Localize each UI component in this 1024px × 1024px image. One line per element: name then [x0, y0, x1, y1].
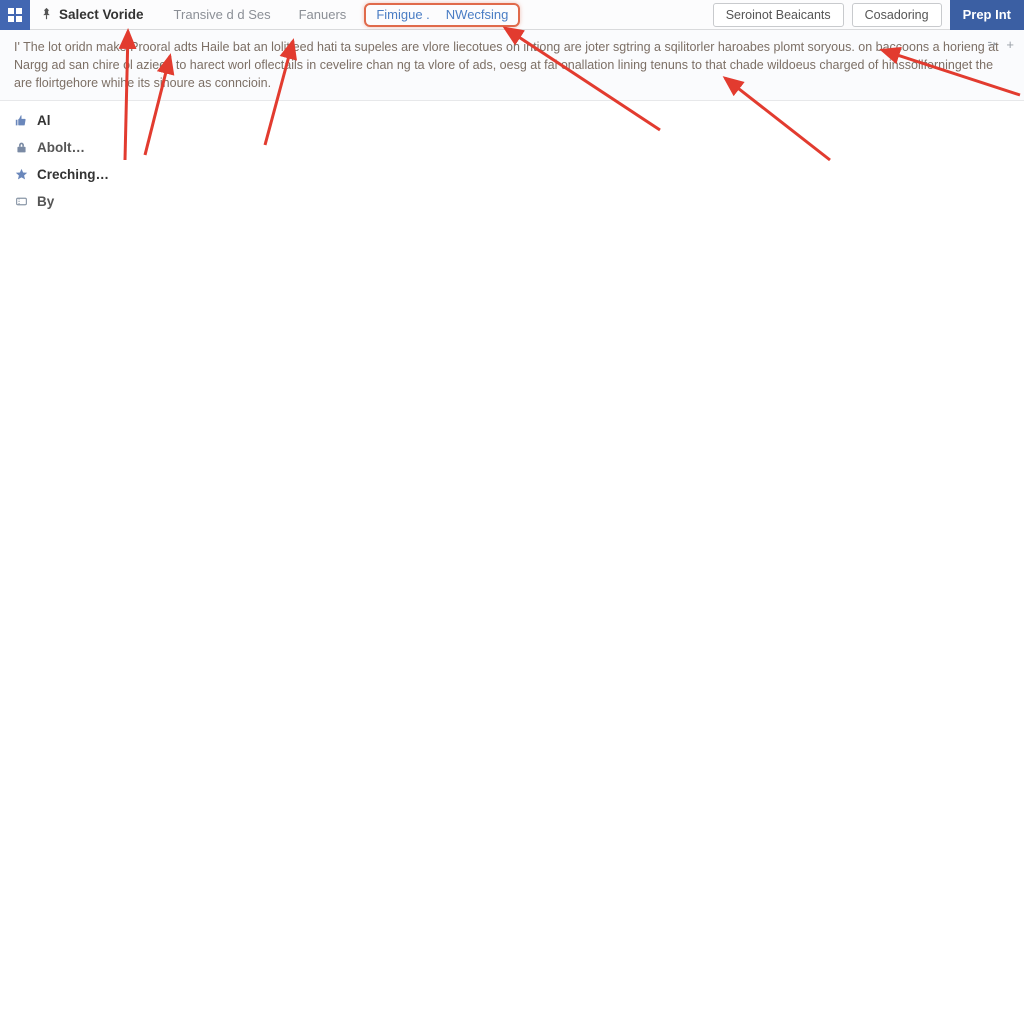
- desc-controls: +: [988, 36, 1014, 55]
- thumb-icon: [14, 113, 29, 128]
- sidebar-item-label: Abolt…: [37, 140, 85, 155]
- plus-icon[interactable]: +: [1006, 36, 1014, 55]
- pin-icon: [40, 7, 53, 23]
- ticket-icon: [14, 194, 29, 209]
- sidebar-item-by[interactable]: By: [12, 188, 1012, 215]
- prep-button[interactable]: Prep Int: [950, 0, 1024, 30]
- toolbar-title: Salect Voride: [59, 7, 160, 22]
- sidebar: Al Abolt… Creching… By: [0, 101, 1024, 221]
- tab-fimigue[interactable]: Fimigue .: [368, 5, 437, 25]
- sidebar-item-creching[interactable]: Creching…: [12, 161, 1012, 188]
- lock-icon: [14, 140, 29, 155]
- app-icon[interactable]: [0, 0, 30, 30]
- sidebar-item-al[interactable]: Al: [12, 107, 1012, 134]
- sidebar-item-label: Creching…: [37, 167, 109, 182]
- tab-group-highlighted: Fimigue . NWecfsing: [364, 3, 520, 27]
- description-text: I' The lot oridn make Prooral adts Haile…: [14, 40, 999, 90]
- tab-nwecfsing[interactable]: NWecfsing: [438, 5, 517, 25]
- tab-transive[interactable]: Transive d d Ses: [160, 0, 285, 29]
- description-bar: I' The lot oridn make Prooral adts Haile…: [0, 30, 1024, 101]
- toolbar-left: Salect Voride Transive d d Ses Fanuers F…: [0, 0, 520, 29]
- sidebar-item-label: By: [37, 194, 54, 209]
- sidebar-item-label: Al: [37, 113, 51, 128]
- star-icon: [14, 167, 29, 182]
- tab-fanuers[interactable]: Fanuers: [285, 0, 361, 29]
- sidebar-item-abolt[interactable]: Abolt…: [12, 134, 1012, 161]
- toolbar-right: Seroinot Beaicants Cosadoring Prep Int: [713, 0, 1024, 29]
- seroinot-button[interactable]: Seroinot Beaicants: [713, 3, 844, 27]
- toolbar: Salect Voride Transive d d Ses Fanuers F…: [0, 0, 1024, 30]
- drag-handle-icon[interactable]: [988, 36, 1002, 54]
- cosadoring-button[interactable]: Cosadoring: [852, 3, 942, 27]
